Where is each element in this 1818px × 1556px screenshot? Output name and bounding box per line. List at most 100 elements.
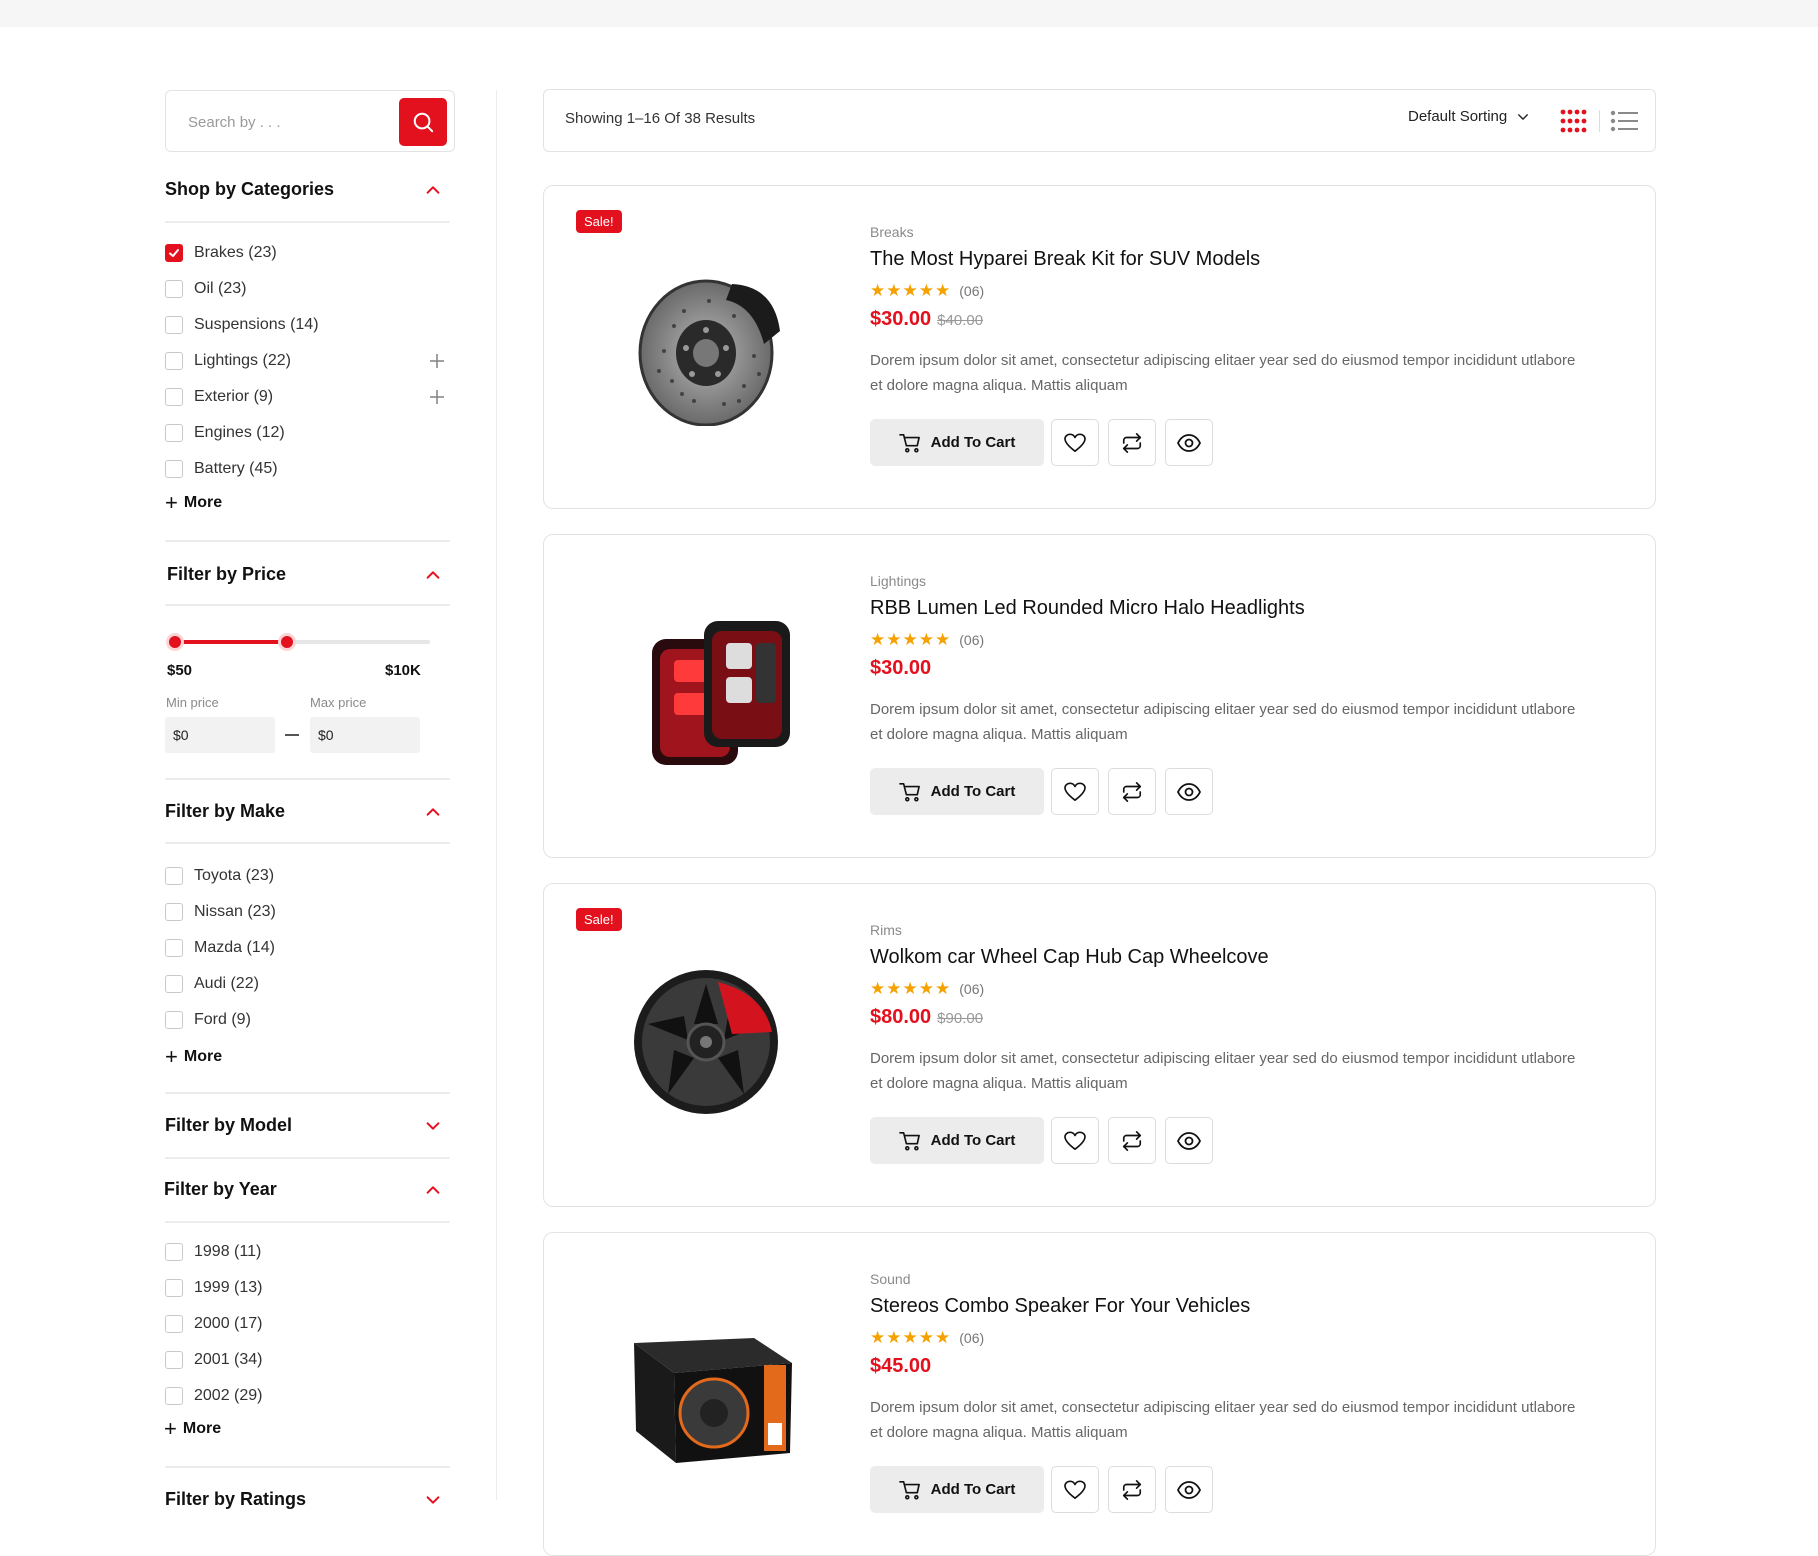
product-description: Dorem ipsum dolor sit amet, consectetur …: [870, 1050, 1576, 1092]
price-range-slider[interactable]: [166, 633, 430, 651]
rating-count: (06): [959, 632, 985, 648]
category-filter-item[interactable]: Oil (23): [165, 278, 246, 300]
category-checkbox[interactable]: [165, 352, 183, 370]
make-checkbox[interactable]: [165, 975, 183, 993]
quick-view-button[interactable]: [1165, 768, 1213, 815]
category-checkbox[interactable]: [165, 388, 183, 406]
category-checkbox[interactable]: [165, 280, 183, 298]
chevron-down-icon[interactable]: [424, 1491, 442, 1509]
year-filter-item[interactable]: 1998 (11): [165, 1241, 261, 1263]
add-to-cart-button[interactable]: Add To Cart: [870, 419, 1044, 466]
product-image[interactable]: [614, 954, 814, 1124]
category-checkbox[interactable]: [165, 244, 183, 262]
min-price-input[interactable]: [165, 717, 275, 753]
product-price: $30.00 $40.00: [870, 308, 983, 331]
product-image[interactable]: [614, 256, 814, 427]
expand-plus-icon[interactable]: [429, 389, 445, 405]
add-to-cart-button[interactable]: Add To Cart: [870, 768, 1044, 815]
search-input[interactable]: [186, 111, 386, 133]
add-to-cart-button[interactable]: Add To Cart: [870, 1466, 1044, 1513]
quick-view-button[interactable]: [1165, 1466, 1213, 1513]
compare-button[interactable]: [1108, 1117, 1156, 1164]
year-checkbox[interactable]: [165, 1351, 183, 1369]
compare-button[interactable]: [1108, 1466, 1156, 1513]
year-filter-item[interactable]: 2000 (17): [165, 1313, 263, 1335]
wishlist-button[interactable]: [1051, 768, 1099, 815]
compare-button[interactable]: [1108, 768, 1156, 815]
year-checkbox[interactable]: [165, 1243, 183, 1261]
chevron-up-icon[interactable]: [424, 1181, 442, 1199]
price-range-min-handle[interactable]: [166, 633, 184, 651]
make-filter-item[interactable]: Ford (9): [165, 1009, 251, 1031]
product-image[interactable]: [614, 605, 814, 775]
add-to-cart-button[interactable]: Add To Cart: [870, 1117, 1044, 1164]
category-checkbox[interactable]: [165, 460, 183, 478]
star-icon: ★: [902, 979, 918, 998]
expand-plus-icon[interactable]: [429, 353, 445, 369]
eye-icon: [1177, 1131, 1201, 1150]
category-filter-item[interactable]: Engines (12): [165, 422, 285, 444]
make-more-link[interactable]: + More: [165, 1046, 222, 1068]
plus-icon: +: [165, 1044, 178, 1069]
chevron-up-icon[interactable]: [424, 803, 442, 821]
search-button[interactable]: [399, 98, 447, 146]
sale-badge: Sale!: [576, 908, 622, 931]
product-category[interactable]: Breaks: [870, 224, 914, 240]
product-description: Dorem ipsum dolor sit amet, consectetur …: [870, 701, 1576, 743]
quick-view-button[interactable]: [1165, 419, 1213, 466]
make-filter-item[interactable]: Nissan (23): [165, 901, 276, 923]
rating-count: (06): [959, 1330, 985, 1346]
make-filter-item[interactable]: Toyota (23): [165, 865, 274, 887]
quick-view-button[interactable]: [1165, 1117, 1213, 1164]
chevron-up-icon[interactable]: [424, 566, 442, 584]
product-category[interactable]: Lightings: [870, 573, 926, 589]
wishlist-button[interactable]: [1051, 419, 1099, 466]
category-filter-item[interactable]: Suspensions (14): [165, 314, 319, 336]
category-filter-item[interactable]: Brakes (23): [165, 242, 277, 264]
product-category[interactable]: Rims: [870, 922, 902, 938]
category-filter-item[interactable]: Battery (45): [165, 458, 278, 480]
make-checkbox[interactable]: [165, 939, 183, 957]
product-title[interactable]: The Most Hyparei Break Kit for SUV Model…: [870, 248, 1260, 271]
categories-more-link[interactable]: + More: [165, 492, 222, 514]
year-checkbox[interactable]: [165, 1279, 183, 1297]
year-checkbox[interactable]: [165, 1315, 183, 1333]
chevron-up-icon[interactable]: [424, 181, 442, 199]
make-checkbox[interactable]: [165, 1011, 183, 1029]
wishlist-button[interactable]: [1051, 1117, 1099, 1164]
year-filter-item[interactable]: 2001 (34): [165, 1349, 263, 1371]
product-category[interactable]: Sound: [870, 1271, 910, 1287]
old-price: $40.00: [937, 312, 984, 329]
make-checkbox[interactable]: [165, 903, 183, 921]
category-checkbox[interactable]: [165, 316, 183, 334]
speaker-box-image: [634, 1338, 792, 1463]
make-filter-item[interactable]: Mazda (14): [165, 937, 275, 959]
year-checkbox[interactable]: [165, 1387, 183, 1405]
sorting-dropdown[interactable]: Default Sorting: [1408, 108, 1530, 125]
product-title[interactable]: RBB Lumen Led Rounded Micro Halo Headlig…: [870, 597, 1305, 620]
make-filter-item[interactable]: Audi (22): [165, 973, 259, 995]
chevron-down-icon[interactable]: [424, 1117, 442, 1135]
compare-arrows-icon: [1122, 1479, 1142, 1500]
wishlist-button[interactable]: [1051, 1466, 1099, 1513]
product-card: Sale! Rims Wolkom car Wheel Cap Hub Cap Wh…: [543, 883, 1656, 1207]
category-checkbox[interactable]: [165, 424, 183, 442]
grid-view-icon[interactable]: [1560, 109, 1587, 133]
compare-button[interactable]: [1108, 419, 1156, 466]
category-filter-item[interactable]: Exterior (9): [165, 386, 273, 408]
make-filter-label: Ford (9): [194, 1011, 251, 1028]
product-image[interactable]: [614, 1303, 814, 1473]
product-title[interactable]: Stereos Combo Speaker For Your Vehicles: [870, 1295, 1250, 1318]
product-title[interactable]: Wolkom car Wheel Cap Hub Cap Wheelcove: [870, 946, 1269, 969]
category-filter-item[interactable]: Lightings (22): [165, 350, 291, 372]
year-filter-item[interactable]: 1999 (13): [165, 1277, 263, 1299]
max-price-input[interactable]: [310, 717, 420, 753]
price-range-max-handle[interactable]: [278, 633, 297, 651]
search-box: [165, 90, 455, 152]
add-to-cart-label: Add To Cart: [930, 1132, 1016, 1149]
make-checkbox[interactable]: [165, 867, 183, 885]
year-more-link[interactable]: + More: [164, 1418, 221, 1440]
year-filter-item[interactable]: 2002 (29): [165, 1385, 263, 1407]
list-view-icon[interactable]: [1610, 110, 1638, 132]
star-icon: ★: [902, 1328, 918, 1347]
